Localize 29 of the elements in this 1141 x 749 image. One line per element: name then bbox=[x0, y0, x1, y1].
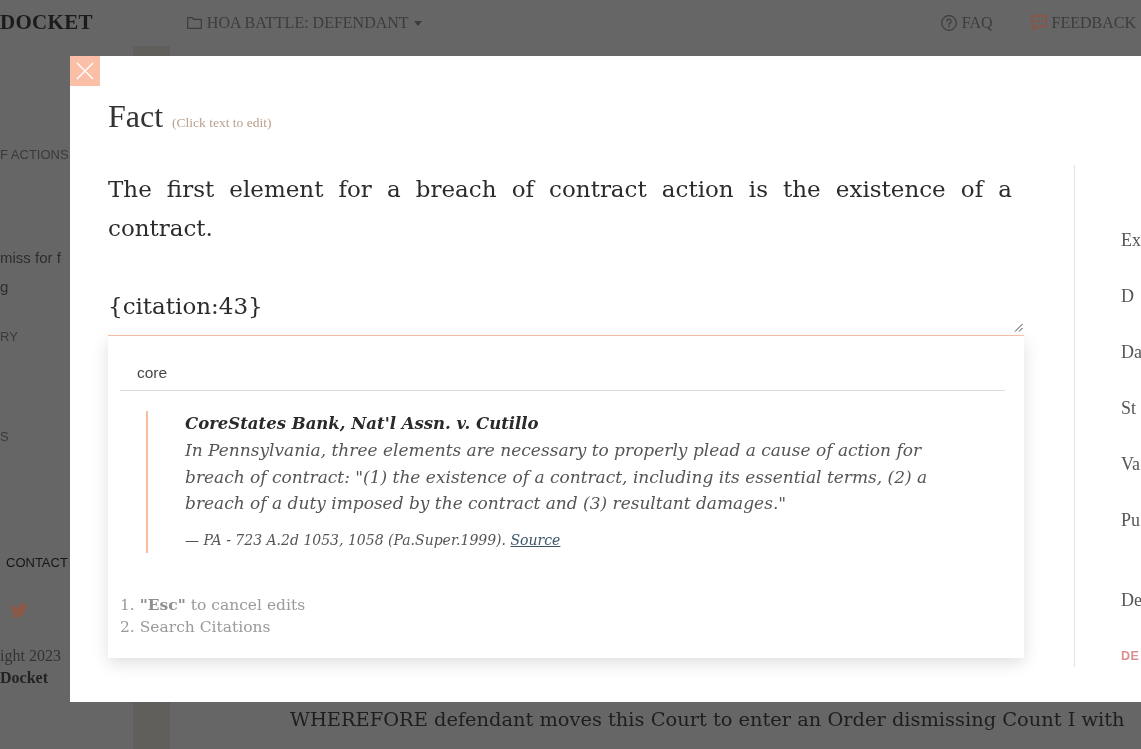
tip-text: 1. "Esc" to cancel edits bbox=[120, 593, 307, 616]
close-button[interactable] bbox=[70, 56, 100, 86]
sidebar-link[interactable]: g bbox=[0, 272, 9, 301]
field-label: D bbox=[1121, 285, 1134, 308]
tip-text: 2. Search Citations bbox=[120, 616, 272, 638]
folder-icon bbox=[186, 17, 202, 29]
source-link[interactable]: Source bbox=[510, 531, 561, 548]
field-label: Pu bbox=[1121, 509, 1140, 532]
field-label: De bbox=[1121, 589, 1141, 612]
citation-quote: In Pennsylvania, three elements are necessary to properly plead a cause of action for breach of contract: "(1) the existence of a contract, including its essential terms, (2) a breach of a duty imposed by the contract and (3) resultant damages." bbox=[185, 439, 929, 515]
app-logo[interactable]: DOCKET bbox=[0, 7, 93, 39]
brand-name: Docket bbox=[0, 668, 48, 688]
dialog-title: Fact bbox=[108, 97, 164, 136]
resize-handle-icon[interactable] bbox=[1014, 323, 1023, 332]
contact-heading: CONTACT bbox=[5, 554, 68, 572]
citation-reference: — PA - 723 A.2d 1053, 1058 (Pa.Super.1999). Source bbox=[185, 530, 562, 550]
sidebar-link[interactable]: miss for f bbox=[0, 243, 61, 272]
field-label: Da bbox=[1121, 341, 1141, 364]
edit-hint: (Click text to edit) bbox=[172, 114, 272, 132]
speech-bubble-icon bbox=[1030, 15, 1047, 31]
document-paragraph: WHEREFORE defendant moves this Court to enter an Order dismissing Count I with bbox=[290, 707, 1126, 733]
action-link[interactable]: DE bbox=[1121, 645, 1140, 667]
help-icon bbox=[940, 15, 957, 31]
case-name: CoreStates Bank, Nat'l Assn. v. Cutillo bbox=[185, 413, 540, 435]
close-icon bbox=[76, 62, 94, 80]
field-label: Ex bbox=[1121, 229, 1141, 252]
caret-icon bbox=[413, 20, 422, 26]
field-label: Va bbox=[1121, 453, 1140, 476]
field-label: St bbox=[1121, 397, 1136, 420]
